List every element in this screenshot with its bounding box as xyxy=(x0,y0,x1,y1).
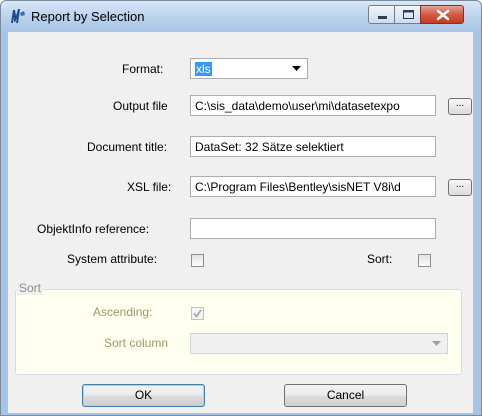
close-icon xyxy=(436,9,450,21)
output-file-input[interactable]: C:\sis_data\demo\user\mi\datasetexpo xyxy=(190,95,436,116)
sort-column-label: Sort column xyxy=(104,336,169,350)
document-title-input[interactable]: DataSet: 32 Sätze selektiert xyxy=(190,136,436,157)
ok-button[interactable]: OK xyxy=(82,384,205,407)
window-title: Report by Selection xyxy=(31,9,145,24)
sort-label: Sort: xyxy=(367,252,393,266)
output-browse-button[interactable]: ... xyxy=(448,98,472,115)
sort-groupbox xyxy=(15,289,462,375)
xsl-file-label: XSL file: xyxy=(127,180,172,194)
title-bar[interactable]: Report by Selection xyxy=(1,1,481,31)
output-file-label: Output file xyxy=(113,99,168,113)
sort-column-dropdown[interactable] xyxy=(190,333,448,354)
chevron-down-icon xyxy=(292,66,301,71)
checkmark-icon xyxy=(193,309,202,318)
minimize-icon xyxy=(378,16,387,19)
objektinfo-reference-label: ObjektInfo reference: xyxy=(37,222,150,236)
ascending-checkbox[interactable] xyxy=(191,307,204,320)
format-label: Format: xyxy=(122,62,164,76)
format-dropdown[interactable]: xls xyxy=(190,58,308,79)
dialog-window: Report by Selection Format: xls Output f… xyxy=(0,0,482,416)
chevron-down-icon xyxy=(432,341,441,346)
cancel-button[interactable]: Cancel xyxy=(284,384,407,407)
maximize-button[interactable] xyxy=(394,5,421,24)
sort-checkbox[interactable] xyxy=(418,254,431,267)
dialog-body: Format: xls Output file C:\sis_data\demo… xyxy=(8,32,473,413)
app-icon xyxy=(11,9,25,23)
format-value: xls xyxy=(195,62,212,76)
minimize-button[interactable] xyxy=(368,5,395,24)
xsl-file-input[interactable]: C:\Program Files\Bentley\sisNET V8i\d xyxy=(190,176,436,197)
document-title-label: Document title: xyxy=(87,140,168,154)
sort-group-title: Sort xyxy=(17,281,44,295)
objektinfo-reference-input[interactable] xyxy=(190,218,436,239)
system-attribute-checkbox[interactable] xyxy=(191,254,204,267)
xsl-browse-button[interactable]: ... xyxy=(448,179,472,196)
close-button[interactable] xyxy=(420,5,464,24)
ascending-label: Ascending: xyxy=(93,305,153,319)
system-attribute-label: System attribute: xyxy=(67,252,158,266)
maximize-icon xyxy=(403,10,414,19)
